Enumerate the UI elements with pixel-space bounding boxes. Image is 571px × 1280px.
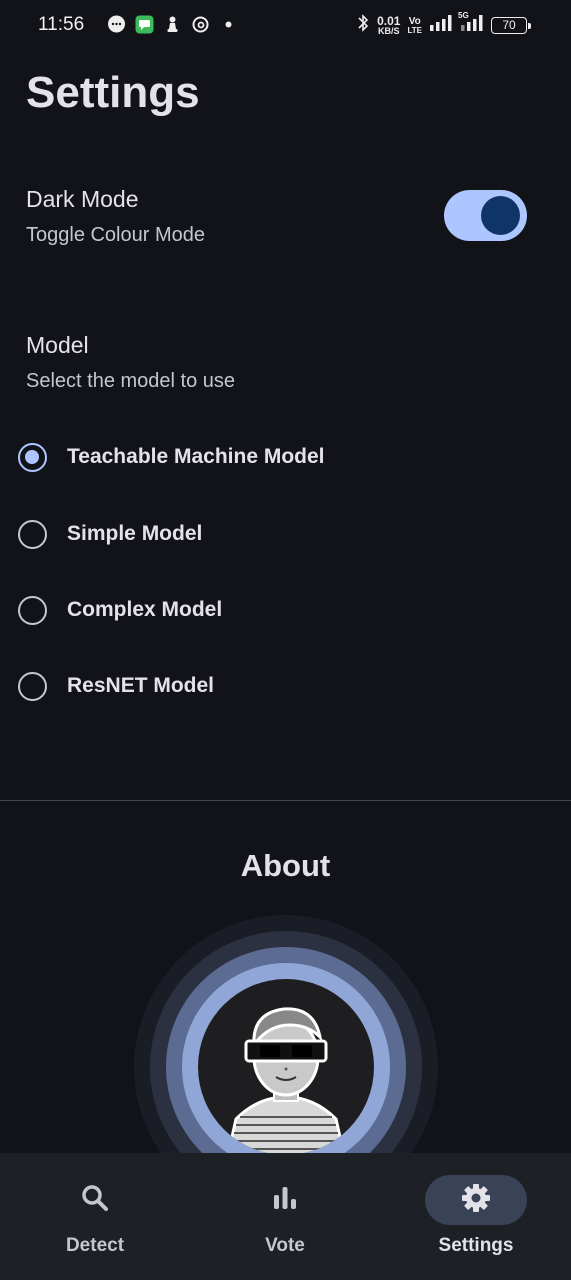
model-option-label: Complex Model [67,598,223,621]
network-speed-unit: KB/S [378,26,400,36]
dark-mode-title: Dark Mode [26,186,139,212]
toggle-knob [481,196,520,235]
volte-top: Vo [408,15,421,27]
more-notifications-dot-icon [219,15,238,34]
model-title: Model [26,332,89,358]
volte-indicator: Vo LTE [407,15,422,35]
nav-pill [234,1175,336,1225]
radio-button[interactable] [18,519,47,549]
notification-icons [107,15,238,34]
radio-button[interactable] [18,671,47,701]
status-bar: 11:56 0.01 KB/S Vo LTE 5G 70 [0,0,571,52]
dark-mode-toggle[interactable] [444,190,527,241]
nav-pill-active [425,1175,527,1225]
dark-mode-subtitle: Toggle Colour Mode [26,224,205,246]
avatar-illustration [226,1007,346,1155]
model-option-label: Teachable Machine Model [67,445,325,468]
battery-indicator: 70 [491,17,531,34]
model-option-teachable-machine[interactable]: Teachable Machine Model [18,435,478,479]
model-option-label: Simple Model [67,522,203,545]
page-title: Settings [26,68,200,117]
message-bubble-icon [107,15,126,34]
model-option-resnet[interactable]: ResNET Model [18,664,478,708]
about-title: About [240,848,331,883]
chess-pawn-icon [163,15,182,34]
nav-label-vote: Vote [265,1235,305,1256]
nav-item-vote[interactable]: Vote [190,1153,380,1280]
radio-button[interactable] [18,595,47,625]
signal-5g-icon: 5G [458,11,484,37]
bluetooth-icon [356,13,370,38]
model-option-simple[interactable]: Simple Model [18,512,478,556]
nav-label-detect: Detect [65,1235,125,1256]
model-option-complex[interactable]: Complex Model [18,588,478,632]
model-subtitle: Select the model to use [26,370,236,392]
search-icon [79,1182,111,1219]
chat-app-icon [135,15,154,34]
network-speed: 0.01 KB/S [377,15,400,36]
section-divider [0,800,571,801]
bar-chart-icon [270,1183,300,1218]
radio-button-selected[interactable] [18,442,47,472]
signal-strength-icon [429,14,453,37]
model-option-label: ResNET Model [67,674,215,697]
status-time: 11:56 [38,14,85,35]
system-icons: 0.01 KB/S Vo LTE 5G 70 [356,11,531,38]
bottom-navigation: Detect Vote Settings [0,1153,571,1280]
nav-pill [44,1175,146,1225]
gear-icon [460,1182,492,1219]
avatar-portrait [198,979,374,1155]
nav-label-settings: Settings [438,1235,514,1256]
nav-item-detect[interactable]: Detect [0,1153,190,1280]
nav-item-settings[interactable]: Settings [381,1153,571,1280]
volte-bottom: LTE [407,25,422,35]
network-type-label: 5G [458,11,469,20]
threads-icon [191,15,210,34]
